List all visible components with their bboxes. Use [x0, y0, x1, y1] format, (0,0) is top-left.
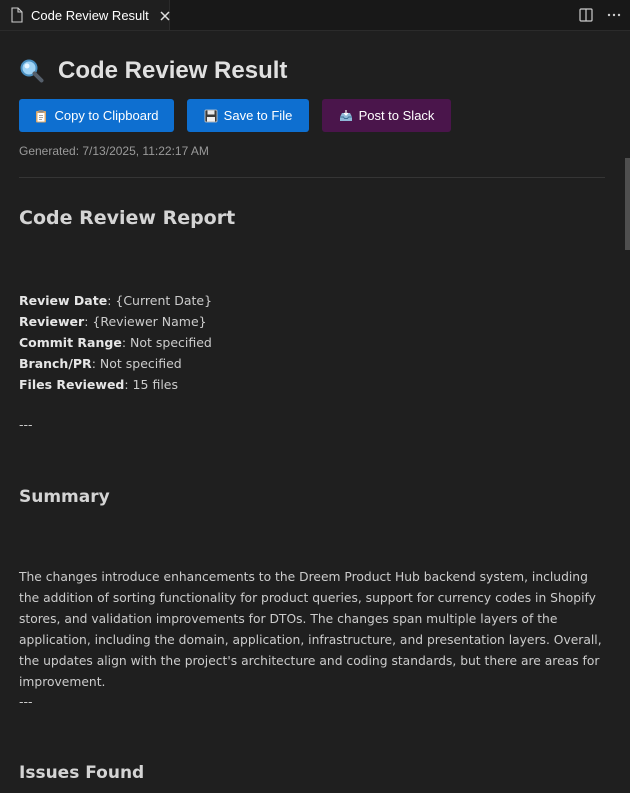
webview-content: Code Review Result Copy to Clipboard Sav… [0, 31, 614, 793]
save-to-file-button[interactable]: Save to File [187, 99, 309, 132]
editor-tab-bar: Code Review Result [0, 0, 630, 31]
meta-value: : Not specified [91, 356, 182, 371]
tab-label: Code Review Result [31, 7, 149, 23]
meta-value: : {Current Date} [107, 293, 213, 308]
copy-to-clipboard-button[interactable]: Copy to Clipboard [19, 99, 174, 132]
meta-review-date: Review Date: {Current Date} [19, 293, 212, 308]
tab-code-review-result[interactable]: Code Review Result [0, 0, 170, 30]
report-title: Code Review Report [19, 207, 236, 229]
editor-actions [578, 0, 622, 30]
meta-commit-range: Commit Range: Not specified [19, 335, 212, 350]
header-divider [19, 177, 605, 178]
scrollbar-thumb[interactable] [625, 158, 630, 250]
summary-heading: Summary [19, 487, 110, 507]
split-editor-icon[interactable] [578, 7, 594, 23]
copy-button-label: Copy to Clipboard [54, 108, 159, 123]
file-icon [10, 7, 24, 23]
generated-timestamp: Generated: 7/13/2025, 11:22:17 AM [19, 144, 209, 158]
meta-value: : Not specified [121, 335, 212, 350]
meta-label: Files Reviewed [19, 377, 125, 392]
more-actions-icon[interactable] [606, 7, 622, 23]
meta-value: : 15 files [124, 377, 178, 392]
vertical-scrollbar[interactable] [614, 31, 630, 793]
separator-text: --- [19, 417, 33, 432]
meta-label: Review Date [19, 293, 108, 308]
slack-button-label: Post to Slack [358, 108, 435, 123]
clipboard-icon [34, 109, 48, 123]
post-to-slack-button[interactable]: Post to Slack [322, 99, 451, 132]
meta-reviewer: Reviewer: {Reviewer Name} [19, 314, 207, 329]
meta-label: Branch/PR [19, 356, 92, 371]
magnifier-icon [19, 58, 45, 84]
save-button-label: Save to File [223, 108, 293, 123]
floppy-disk-icon [204, 109, 218, 123]
page-title: Code Review Result [19, 56, 287, 86]
close-icon[interactable] [158, 8, 172, 22]
page-title-text: Code Review Result [58, 57, 288, 84]
issues-found-heading: Issues Found [19, 763, 145, 783]
separator-text: --- [19, 694, 33, 709]
meta-branch-pr: Branch/PR: Not specified [19, 356, 182, 371]
summary-paragraph: The changes introduce enhancements to th… [19, 570, 602, 689]
meta-label: Reviewer [19, 314, 85, 329]
meta-files-reviewed: Files Reviewed: 15 files [19, 377, 178, 392]
meta-value: : {Reviewer Name} [84, 314, 207, 329]
meta-label: Commit Range [19, 335, 122, 350]
inbox-tray-icon [339, 109, 353, 123]
